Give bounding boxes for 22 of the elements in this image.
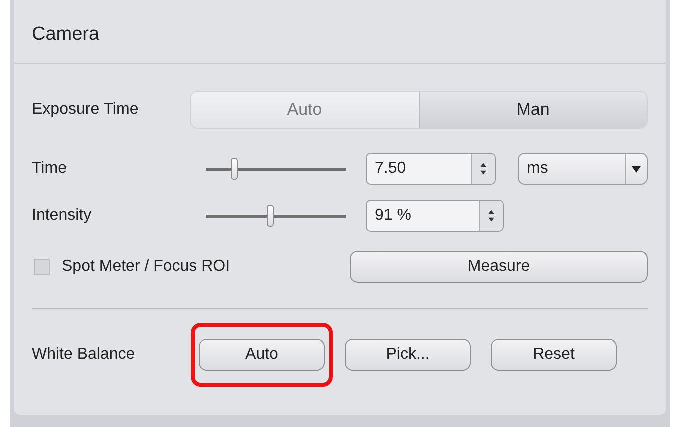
checkbox-label: Spot Meter / Focus ROI bbox=[62, 258, 230, 276]
checkbox[interactable] bbox=[34, 259, 50, 275]
spin-field[interactable]: 91 % bbox=[366, 200, 504, 232]
measure-button[interactable]: Measure bbox=[350, 251, 648, 283]
balance-button[interactable]: Pick... bbox=[345, 339, 471, 371]
exposure-tab[interactable]: Man bbox=[418, 92, 647, 128]
slider-track[interactable] bbox=[206, 158, 346, 180]
spin-field[interactable]: 7.50 bbox=[366, 153, 496, 185]
spin-arrows-icon[interactable] bbox=[471, 154, 495, 184]
balance-button[interactable]: Auto bbox=[199, 339, 325, 371]
unit-dropdown[interactable]: ms bbox=[518, 153, 648, 185]
exposure-tab[interactable]: Auto bbox=[191, 92, 418, 128]
slider-label: Intensity bbox=[32, 207, 93, 225]
spin-arrows-icon[interactable] bbox=[479, 201, 503, 231]
balance-button[interactable]: Reset bbox=[491, 339, 617, 371]
panel-title: Camera bbox=[14, 0, 666, 64]
slider-thumb[interactable] bbox=[231, 158, 238, 180]
slider-track[interactable] bbox=[206, 205, 346, 227]
exposure-label: Exposure Time bbox=[32, 101, 140, 119]
slider-label: Time bbox=[32, 160, 68, 178]
slider-thumb[interactable] bbox=[267, 205, 274, 227]
balance-label: White Balance bbox=[32, 346, 136, 364]
